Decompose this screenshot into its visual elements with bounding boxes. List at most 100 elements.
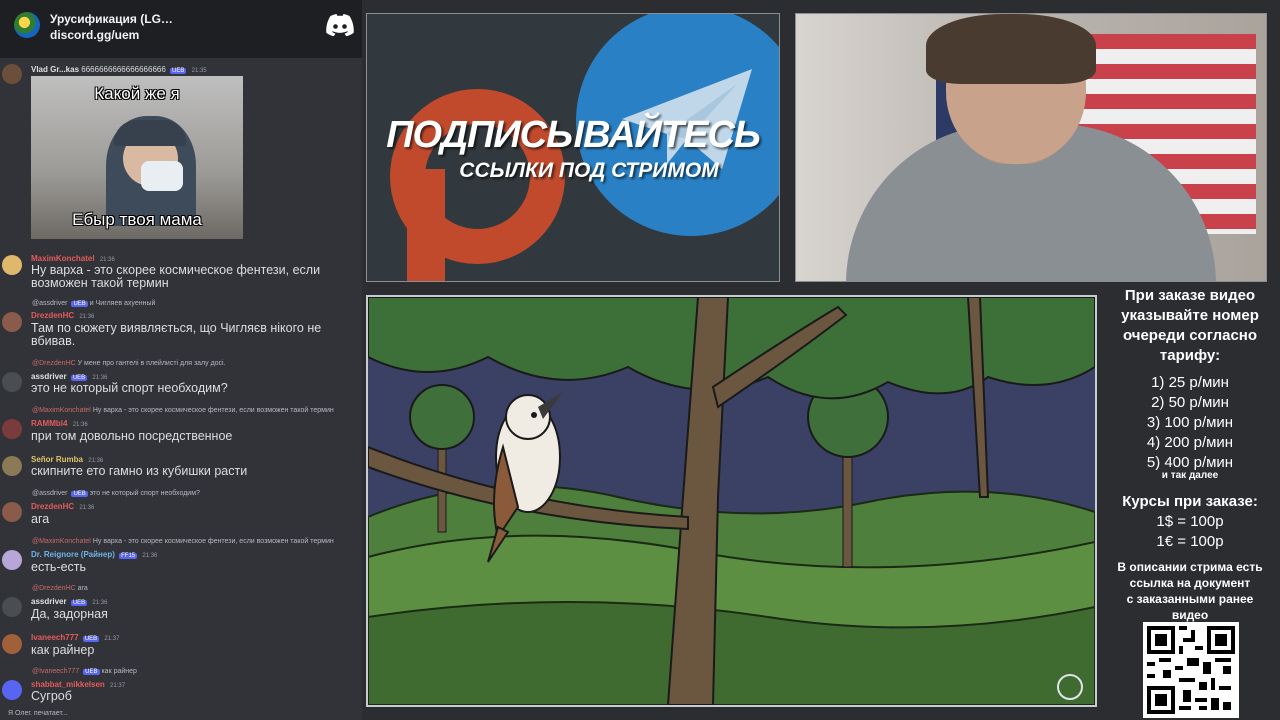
message-text: Ну варха - это скорее космическое фентез… <box>31 263 321 290</box>
reply-preview[interactable]: @DrezdenHC ага <box>32 585 88 592</box>
reply-username: @DrezdenHC <box>32 585 76 592</box>
message-text: это не который спорт необходим? <box>31 381 228 395</box>
message-text: Там по сюжету виявляється, що Чигляєв ні… <box>31 321 322 348</box>
reply-text: это не который спорт необходим? <box>89 490 200 497</box>
username[interactable]: Dr. Reignore (Райнер) <box>31 550 115 559</box>
reply-username: @Ivaneech777 <box>32 668 80 675</box>
tariff-item: 4) 200 р/мин <box>1146 434 1234 451</box>
message-meta: assdriver UEB 21:36 <box>31 597 107 606</box>
username[interactable]: Señor Rumba <box>31 455 83 464</box>
message-meta: DrezdenHC 21:36 <box>31 502 94 511</box>
server-badge: UEB <box>71 301 88 307</box>
chat-message: @Ivaneech777 UEB как райнер shabbat_mikk… <box>0 668 362 708</box>
username[interactable]: assdriver <box>31 372 67 381</box>
banner-subtitle: ССЫЛКИ ПОД СТРИМОМ <box>459 159 719 182</box>
chat-message: @assdriver UEB это не который спорт необ… <box>0 490 362 530</box>
message-meta: assdriver UEB 21:36 <box>31 372 107 381</box>
tariff-item: 3) 100 р/мин <box>1146 414 1234 431</box>
avatar[interactable] <box>2 419 22 439</box>
avatar[interactable] <box>2 255 22 275</box>
server-badge: UEB <box>70 600 88 606</box>
server-name: Урусификация (LG… <box>50 12 173 26</box>
reply-username: @assdriver <box>32 490 68 497</box>
info-footer-line: с заказанными ранее <box>1126 592 1254 606</box>
username[interactable]: DrezdenHC <box>31 502 74 511</box>
avatar[interactable] <box>2 634 22 654</box>
video-player[interactable] <box>366 295 1097 707</box>
rate-item: 1$ = 100р <box>1156 513 1224 530</box>
reply-preview[interactable]: @Ivaneech777 UEB как райнер <box>32 668 137 675</box>
username[interactable]: Ivaneech777 <box>31 633 79 642</box>
avatar[interactable] <box>2 456 22 476</box>
message-text: как райнер <box>31 643 95 657</box>
timestamp: 21:37 <box>110 683 126 689</box>
reply-preview[interactable]: @DrezdenHC У мене про гантелі в плейлист… <box>32 360 226 367</box>
avatar[interactable] <box>2 312 22 332</box>
server-icon[interactable] <box>14 12 40 38</box>
avatar[interactable] <box>2 64 22 84</box>
server-badge: UEB <box>71 491 88 497</box>
tariff-etc: и так далее <box>1161 470 1219 481</box>
server-badge: UEB <box>83 669 100 675</box>
username[interactable]: RAMMbl4 <box>31 419 67 428</box>
discord-avatar-icon[interactable] <box>2 680 22 700</box>
timestamp: 21:36 <box>92 600 108 606</box>
username[interactable]: Vlad Gr...kas <box>31 65 79 74</box>
tariff-item: 1) 25 р/мин <box>1151 374 1229 391</box>
meme-bottom-caption: Ебыр твоя мама <box>72 210 202 229</box>
server-invite-link[interactable]: discord.gg/uem <box>50 28 139 42</box>
username[interactable]: MaximKonchatel <box>31 254 95 263</box>
username[interactable]: DrezdenHC <box>31 311 74 320</box>
rates-title: Курсы при заказе: <box>1122 493 1258 510</box>
chat-message: Señor Rumba 21:36 скипните ето гамно из … <box>0 454 362 484</box>
timestamp: 21:36 <box>142 553 158 559</box>
reply-preview[interactable]: @assdriver UEB и Чигляев ахуенный <box>32 300 155 307</box>
username[interactable]: shabbat_mikkelsen <box>31 680 105 689</box>
message-text: Сугроб <box>31 689 72 703</box>
tariff-item: 2) 50 р/мин <box>1151 394 1229 411</box>
avatar[interactable] <box>2 502 22 522</box>
timestamp: 21:35 <box>191 68 207 74</box>
timestamp: 21:37 <box>104 636 120 642</box>
message-meta: Señor Rumba 21:36 <box>31 455 103 464</box>
timestamp: 21:36 <box>72 422 88 428</box>
message-inline-text: 6666666666666666666 <box>81 65 166 74</box>
server-badge: UEB <box>82 636 100 642</box>
info-header-line: тарифу: <box>1159 347 1221 364</box>
reply-preview[interactable]: @assdriver UEB это не который спорт необ… <box>32 490 200 497</box>
banner-title: ПОДПИСЫВАЙТЕСЬ <box>386 114 761 156</box>
reply-username: @MaximKonchatel <box>32 407 91 414</box>
rate-item: 1€ = 100р <box>1156 533 1224 550</box>
reply-preview[interactable]: @MaximKonchatel Ну варха - это скорее ко… <box>32 407 334 414</box>
username[interactable]: assdriver <box>31 597 67 606</box>
chat-header: Урусификация (LG… discord.gg/uem <box>0 0 362 58</box>
avatar[interactable] <box>2 550 22 570</box>
message-meta: Dr. Reignore (Райнер) FF15 21:36 <box>31 550 157 559</box>
info-footer-line: видео <box>1171 608 1209 622</box>
avatar[interactable] <box>2 372 22 392</box>
server-badge: UEB <box>170 68 187 74</box>
chat-panel: Урусификация (LG… discord.gg/uem Vlad Gr… <box>0 0 362 720</box>
message-meta: shabbat_mikkelsen 21:37 <box>31 680 125 689</box>
message-text: скипните ето гамно из кубишки расти <box>31 464 248 478</box>
meme-image[interactable]: Какой же я Ебыр твоя мама <box>31 76 243 239</box>
reply-text: ага <box>77 585 88 592</box>
chat-message: @DrezdenHC У мене про гантелі в плейлист… <box>0 360 362 400</box>
chat-message: Ivaneech777 UEB 21:37 как райнер <box>0 632 362 662</box>
info-header-line: очереди согласно <box>1122 327 1258 344</box>
message-meta: Vlad Gr...kas 6666666666666666666 UEB 21… <box>31 65 207 74</box>
reply-preview[interactable]: @MaximKonchatel Ну варха - это скорее ко… <box>32 538 334 545</box>
webcam-feed <box>795 13 1267 282</box>
avatar[interactable] <box>2 597 22 617</box>
typing-indicator: Я Олег. печатает... <box>8 710 68 717</box>
message-meta: MaximKonchatel 21:36 <box>31 254 115 263</box>
qr-code[interactable] <box>1143 622 1239 718</box>
reply-username: @DrezdenHC <box>32 360 76 367</box>
subscribe-banner: ПОДПИСЫВАЙТЕСЬ ССЫЛКИ ПОД СТРИМОМ <box>366 13 780 282</box>
message-meta: DrezdenHC 21:36 <box>31 311 94 320</box>
reply-text: как райнер <box>101 668 137 675</box>
chat-message: @MaximKonchatel Ну варха - это скорее ко… <box>0 407 362 447</box>
timestamp: 21:36 <box>79 314 95 320</box>
reply-text: и Чигляев ахуенный <box>89 300 156 307</box>
server-badge: FF15 <box>119 553 138 559</box>
